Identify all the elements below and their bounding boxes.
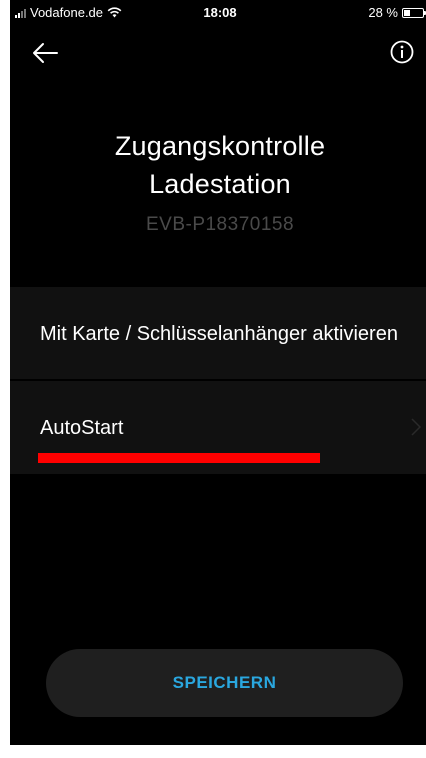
battery-group: 28 %	[368, 5, 426, 20]
clock: 18:08	[203, 5, 237, 20]
chevron-right-icon	[411, 418, 422, 436]
battery-icon	[402, 7, 426, 18]
page-title: Zugangskontrolle Ladestation	[10, 127, 426, 203]
status-bar: Vodafone.de 18:08 28 %	[10, 0, 426, 26]
option-card-key-fob[interactable]: Mit Karte / Schlüsselanhänger aktivieren	[10, 287, 426, 379]
arrow-left-icon[interactable]	[30, 38, 60, 68]
save-button-label: SPEICHERN	[172, 673, 277, 692]
option-label: AutoStart	[40, 417, 124, 439]
battery-percent: 28 %	[368, 5, 398, 20]
option-label: Mit Karte / Schlüsselanhänger aktivieren	[40, 323, 398, 345]
title-line-2: Ladestation	[149, 169, 291, 199]
title-line-1: Zugangskontrolle	[114, 131, 326, 161]
save-button[interactable]: SPEICHERN	[46, 649, 403, 717]
red-highlight-underline	[38, 453, 320, 463]
info-circle-icon[interactable]	[390, 40, 414, 64]
top-bar	[10, 36, 426, 72]
option-autostart[interactable]: AutoStart	[10, 381, 426, 474]
app-screen: Vodafone.de 18:08 28 % Zugangskontrolle …	[10, 0, 426, 745]
device-id: EVB-P18370158	[145, 214, 295, 235]
